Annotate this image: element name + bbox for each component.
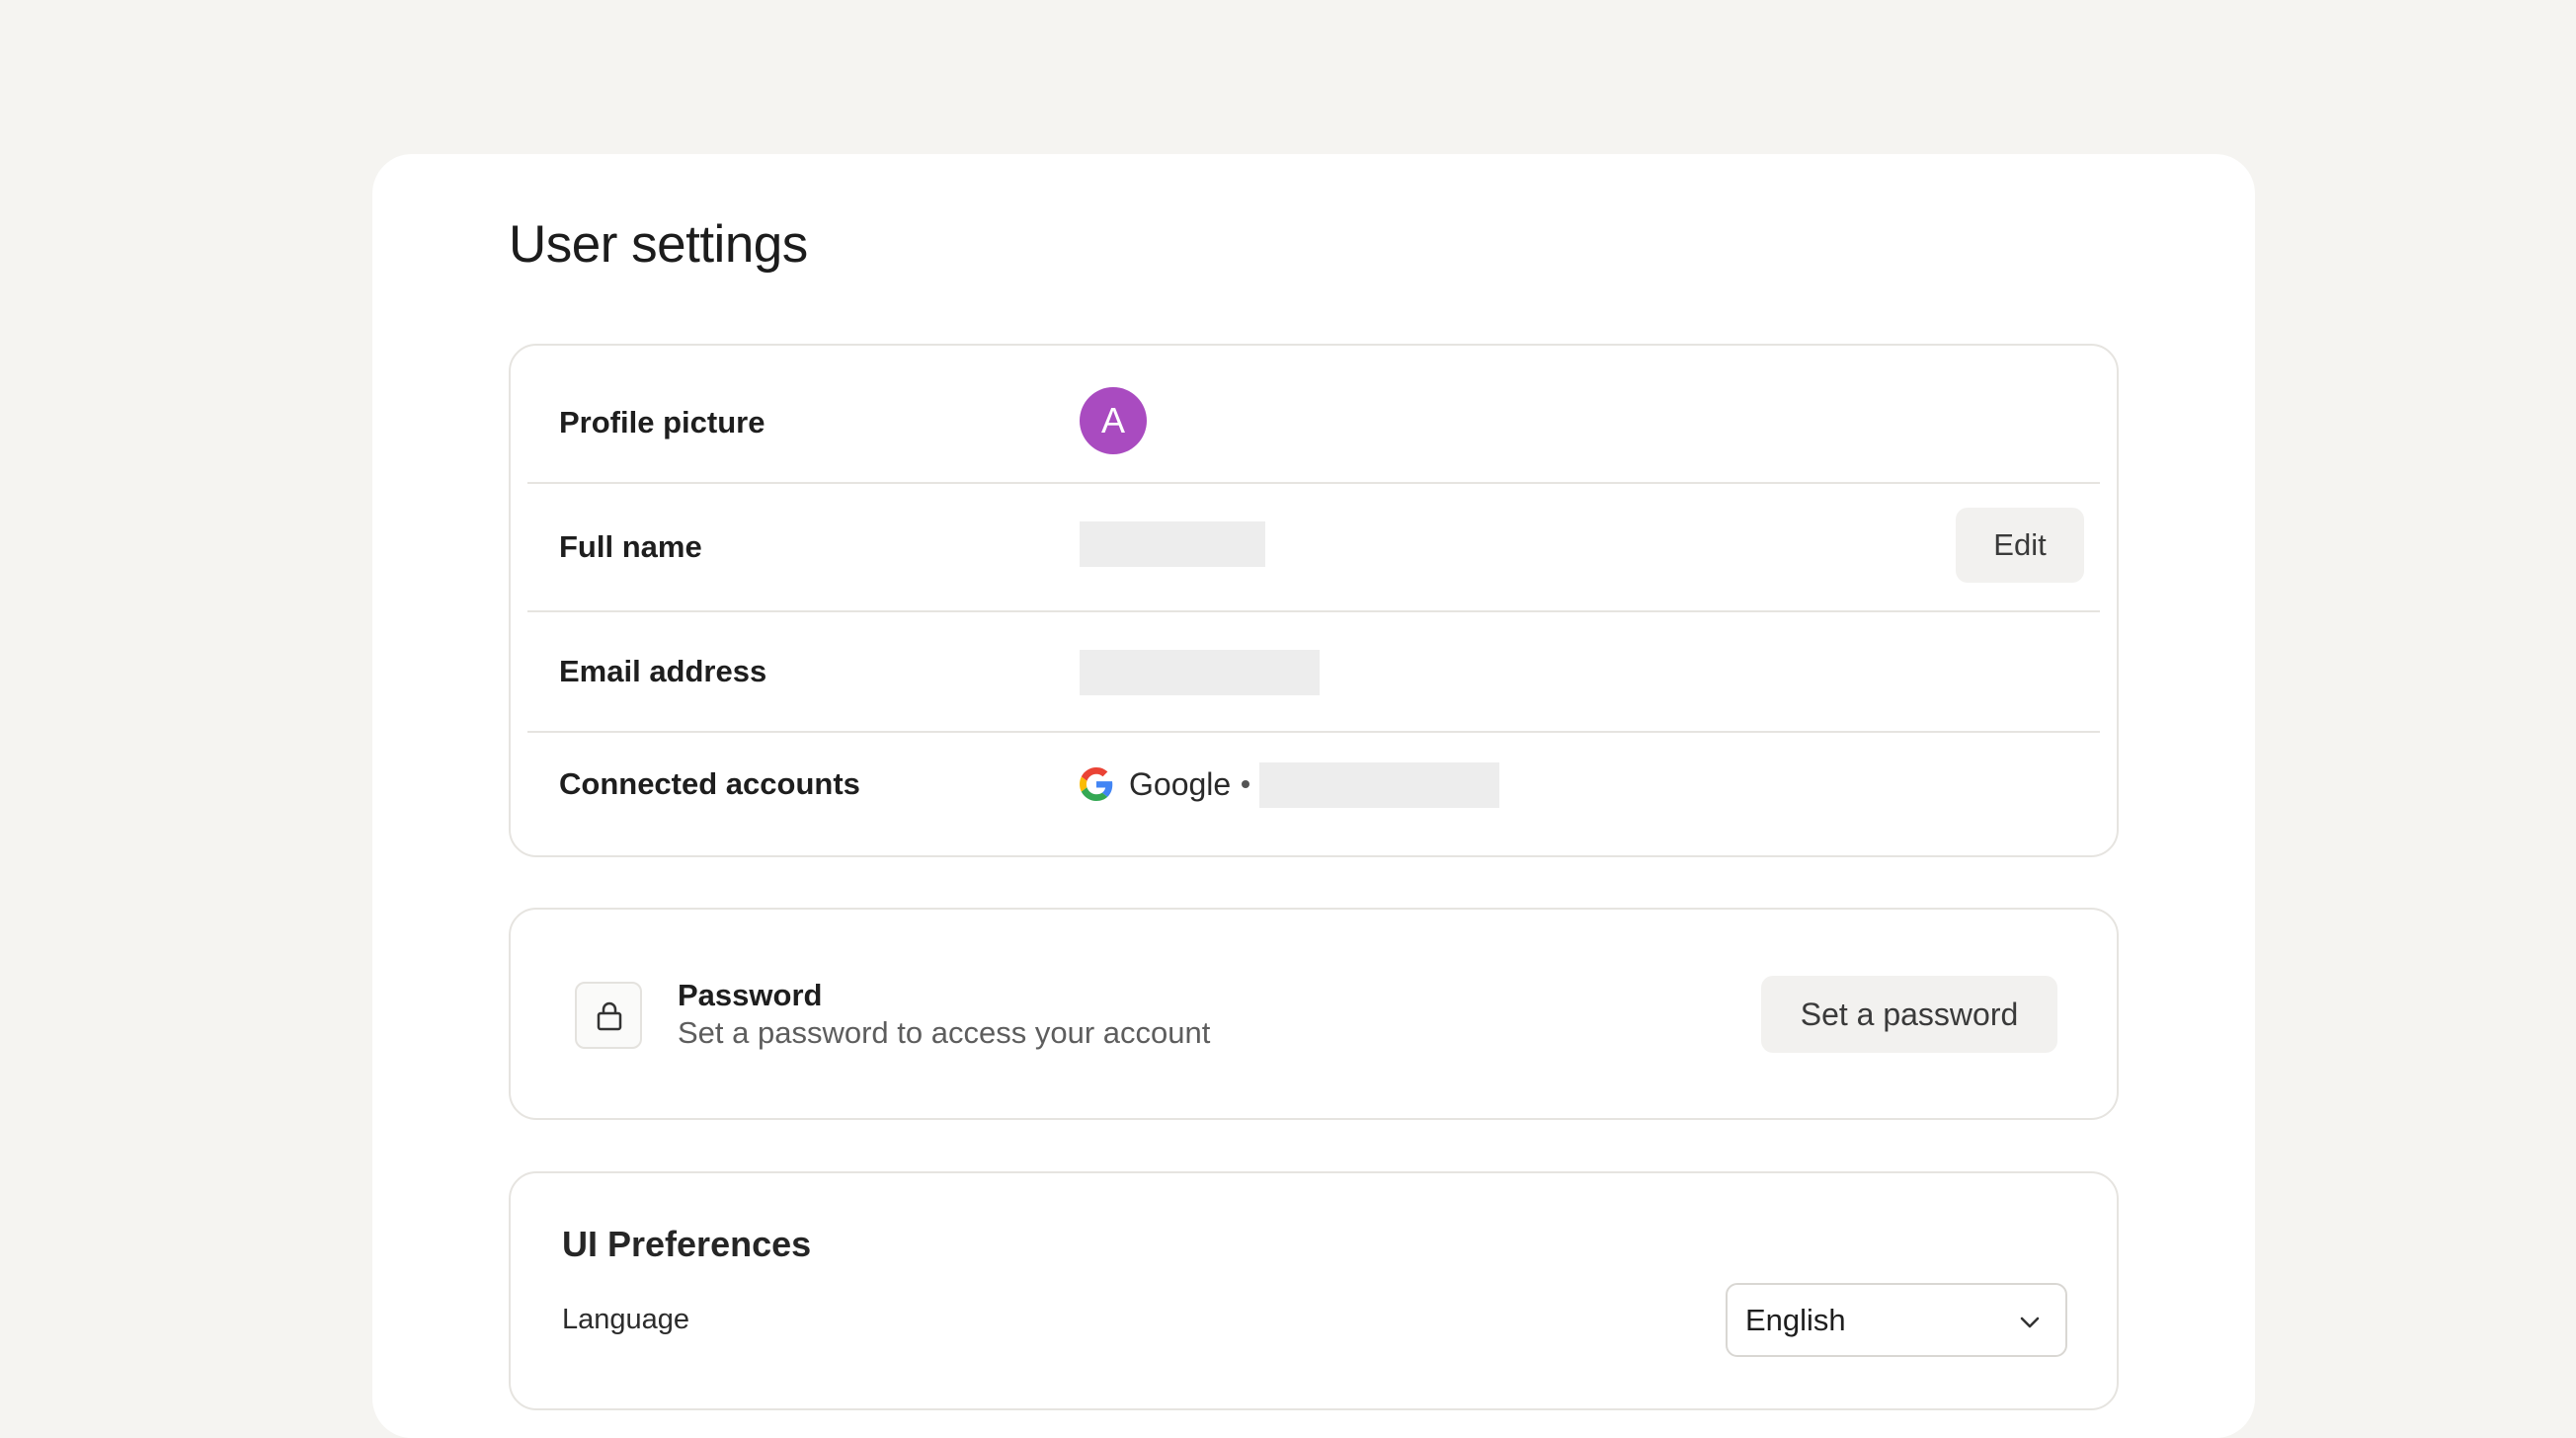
separator-dot (1242, 780, 1249, 788)
google-icon (1080, 767, 1113, 801)
edit-name-button[interactable]: Edit (1956, 508, 2084, 583)
lock-icon-box (575, 982, 642, 1049)
full-name-value-redacted (1080, 521, 1265, 567)
ui-preferences-card: UI Preferences Language English (509, 1171, 2119, 1410)
profile-picture-row: Profile picture A (527, 346, 2100, 484)
language-select-value: English (1745, 1303, 1846, 1337)
connected-accounts-row: Connected accounts Google (527, 731, 2100, 855)
set-password-button[interactable]: Set a password (1761, 976, 2057, 1053)
profile-card: Profile picture A Full name Edit Email a… (509, 344, 2119, 857)
chevron-down-icon (2020, 1317, 2040, 1328)
language-select[interactable]: English (1726, 1283, 2067, 1357)
connected-account-redacted (1259, 762, 1499, 808)
page-title: User settings (509, 215, 808, 274)
email-value-redacted (1080, 650, 1320, 695)
connected-accounts-label: Connected accounts (559, 766, 860, 801)
lock-icon (597, 1001, 622, 1031)
language-label: Language (562, 1304, 690, 1335)
avatar[interactable]: A (1080, 387, 1147, 454)
full-name-label: Full name (559, 529, 702, 564)
full-name-row: Full name Edit (527, 482, 2100, 612)
email-row: Email address (527, 610, 2100, 733)
email-label: Email address (559, 654, 767, 688)
password-title: Password (678, 978, 823, 1012)
password-subtitle: Set a password to access your account (678, 1015, 1211, 1050)
ui-preferences-title: UI Preferences (562, 1224, 812, 1264)
connected-provider-name: Google (1129, 766, 1232, 802)
password-card: Password Set a password to access your a… (509, 908, 2119, 1120)
profile-picture-label: Profile picture (559, 405, 765, 439)
